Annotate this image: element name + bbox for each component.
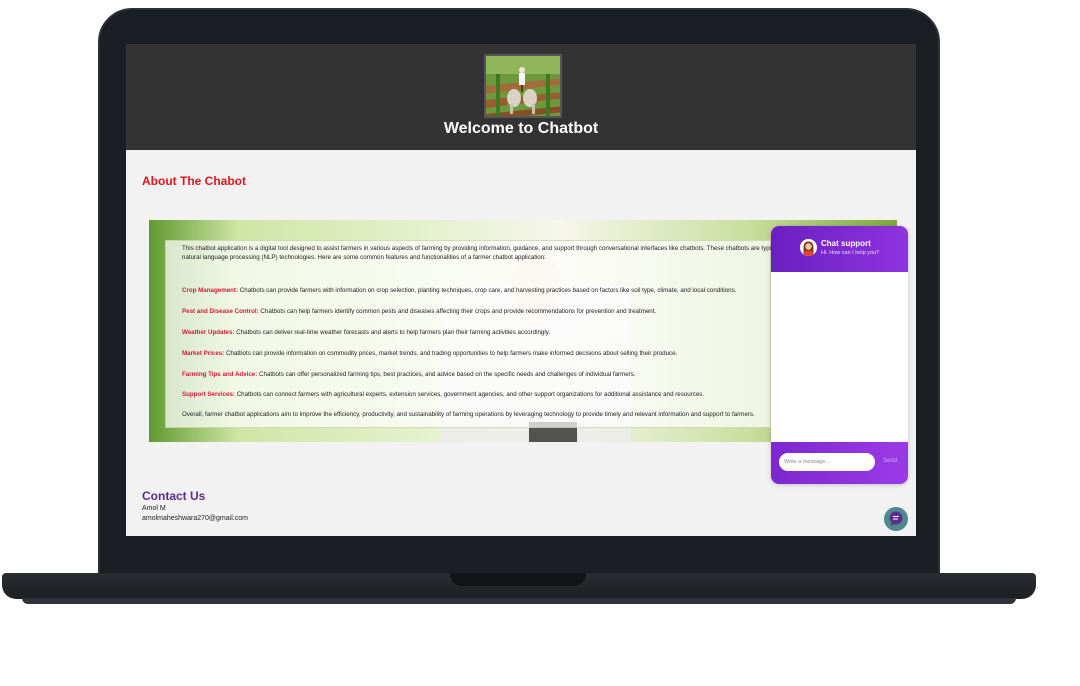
support-agent-avatar-icon <box>800 239 817 256</box>
about-text-box: This chatbot application is a digital to… <box>165 240 783 428</box>
feature-crop-management: Crop Management: Chatbots can provide fa… <box>182 287 736 294</box>
intro-text-line-2: natural language processing (NLP) techno… <box>182 254 546 261</box>
contact-name: Amol M <box>142 505 166 512</box>
chat-bubble-icon <box>889 511 903 526</box>
feature-weather-updates: Weather Updates: Chatbots can deliver re… <box>182 329 550 336</box>
feature-market-prices: Market Prices: Chatbots can provide info… <box>182 350 677 357</box>
feature-text: Chatbots can deliver real-time weather f… <box>236 329 551 336</box>
chat-subtitle: Hi. How can I help you? <box>821 250 880 256</box>
about-heading: About The Chabot <box>142 174 246 188</box>
feature-text: Chatbots can offer personalized farming … <box>259 371 636 378</box>
feature-title: Market Prices: <box>182 350 225 357</box>
laptop-screen: Welcome to Chatbot About The Chabot This… <box>126 44 916 536</box>
feature-title: Support Services: <box>182 391 235 398</box>
intro-text-line-1: This chatbot application is a digital to… <box>182 245 784 252</box>
send-button[interactable]: Send <box>883 458 897 464</box>
feature-text: Chatbots can provide information on comm… <box>226 350 678 357</box>
feature-title: Farming Tips and Advice: <box>182 371 258 378</box>
chat-message-input[interactable] <box>779 453 875 471</box>
feature-title: Pest and Disease Control: <box>182 308 259 315</box>
contact-heading: Contact Us <box>142 489 206 503</box>
page-title: Welcome to Chatbot <box>443 120 599 137</box>
laptop-notch <box>450 573 586 586</box>
chat-footer: Send <box>771 442 908 484</box>
feature-text: Chatbots can provide farmers with inform… <box>239 287 737 294</box>
feature-farming-tips: Farming Tips and Advice: Chatbots can of… <box>182 371 636 378</box>
feature-text: Chatbots can connect farmers with agricu… <box>236 391 705 398</box>
feature-title: Weather Updates: <box>182 329 235 336</box>
feature-title: Crop Management: <box>182 287 239 294</box>
chat-title: Chat support <box>821 239 871 248</box>
chat-header: Chat support Hi. How can I help you? <box>771 226 908 272</box>
feature-pest-disease-control: Pest and Disease Control: Chatbots can h… <box>182 308 656 315</box>
chat-messages-area[interactable] <box>771 272 908 442</box>
chat-toggle-button[interactable] <box>884 507 908 531</box>
laptop-base-shadow <box>22 598 1016 604</box>
farmer-logo-image <box>484 54 562 118</box>
site-header: Welcome to Chatbot <box>126 44 916 150</box>
chat-support-widget: Chat support Hi. How can I help you? Sen… <box>771 226 908 484</box>
contact-email: amolmaheshwara270@gmail.com <box>142 515 248 522</box>
feature-support-services: Support Services: Chatbots can connect f… <box>182 391 704 398</box>
feature-text: Chatbots can help farmers identify commo… <box>260 308 657 315</box>
conclusion-text: Overall, farmer chatbot applications aim… <box>182 411 755 418</box>
